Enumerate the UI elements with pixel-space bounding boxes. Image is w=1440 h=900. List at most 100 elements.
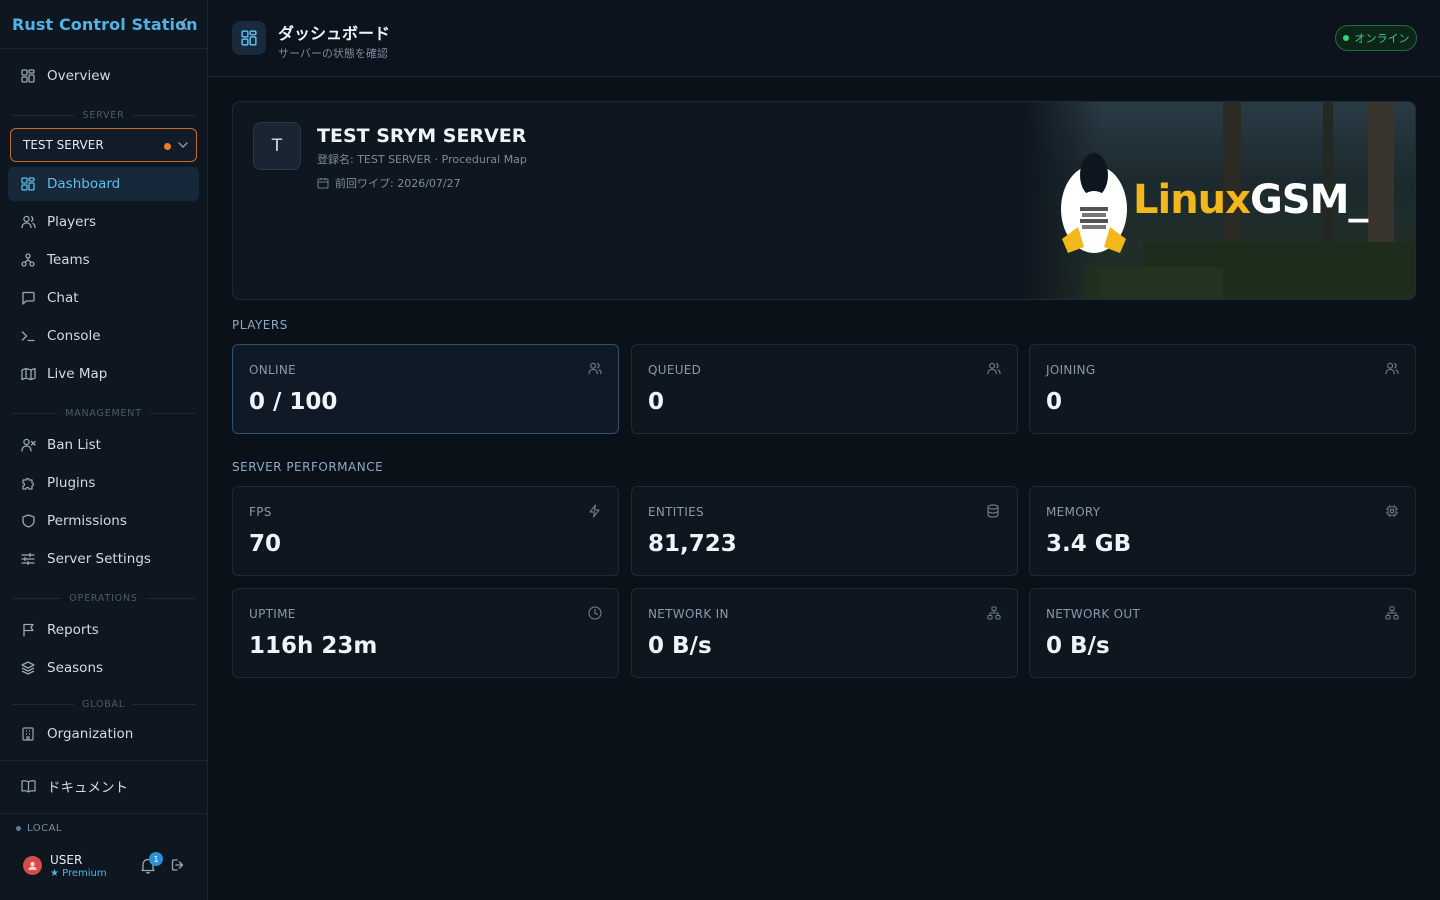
page-subtitle: サーバーの状態を確認 bbox=[278, 47, 388, 60]
page-title: ダッシュボード bbox=[278, 24, 391, 43]
sidebar-item-label: Live Map bbox=[47, 366, 108, 382]
sidebar: Rust Control Station Overview SERVER TES… bbox=[0, 0, 208, 900]
stat-card-network-in: NETWORK IN 0 B/s bbox=[631, 588, 1018, 678]
sidebar-item-label: Dashboard bbox=[47, 176, 121, 192]
sidebar-item-console[interactable]: Console bbox=[8, 319, 199, 353]
users-icon bbox=[588, 362, 602, 376]
stat-value: 81,723 bbox=[648, 531, 737, 557]
stat-label: MEMORY bbox=[1046, 505, 1101, 519]
database-icon bbox=[987, 504, 1001, 518]
book-icon bbox=[20, 778, 36, 794]
server-avatar: T bbox=[253, 122, 301, 170]
sidebar-item-dashboard[interactable]: Dashboard bbox=[8, 167, 199, 201]
stat-label: QUEUED bbox=[648, 363, 702, 377]
sidebar-item-label: Plugins bbox=[47, 475, 96, 491]
sidebar-item-overview[interactable]: Overview bbox=[8, 59, 199, 93]
players-section-title: PLAYERS bbox=[232, 318, 288, 332]
collapse-sidebar-button[interactable] bbox=[176, 14, 192, 34]
server-registered-name: 登録名: TEST SERVER · Procedural Map bbox=[317, 153, 527, 166]
logout-icon bbox=[171, 859, 184, 871]
stat-value: 0 B/s bbox=[648, 633, 712, 659]
last-wipe-label: 前回ワイプ: 2026/07/27 bbox=[335, 177, 461, 190]
users-icon bbox=[987, 362, 1001, 376]
sidebar-item-ban-list[interactable]: Ban List bbox=[8, 428, 199, 462]
server-select-value: TEST SERVER bbox=[23, 138, 104, 152]
stat-card-uptime: UPTIME 116h 23m bbox=[232, 588, 619, 678]
users-icon bbox=[20, 214, 36, 230]
stat-card-network-out: NETWORK OUT 0 B/s bbox=[1029, 588, 1416, 678]
building-icon bbox=[20, 726, 36, 742]
sidebar-divider bbox=[0, 760, 207, 761]
section-global: GLOBAL bbox=[12, 698, 195, 710]
sidebar-item-server-settings[interactable]: Server Settings bbox=[8, 542, 199, 576]
stat-value: 3.4 GB bbox=[1046, 531, 1132, 557]
environment-dot bbox=[16, 826, 21, 831]
server-card: T TEST SRYM SERVER 登録名: TEST SERVER · Pr… bbox=[232, 101, 1416, 300]
sidebar-item-label: Organization bbox=[47, 726, 134, 742]
sidebar-item-label: Reports bbox=[47, 622, 99, 638]
grid-icon bbox=[20, 68, 36, 84]
section-server: SERVER bbox=[12, 109, 195, 121]
logout-button[interactable] bbox=[171, 858, 185, 872]
stat-value: 0 bbox=[648, 389, 665, 415]
server-status-dot bbox=[164, 143, 171, 150]
chevron-left-icon bbox=[179, 18, 187, 30]
sidebar-item-live-map[interactable]: Live Map bbox=[8, 357, 199, 391]
clock-icon bbox=[588, 606, 602, 620]
stat-label: ONLINE bbox=[249, 363, 297, 377]
dashboard-icon bbox=[232, 21, 266, 55]
stat-card-online: ONLINE 0 / 100 bbox=[232, 344, 619, 434]
stat-label: FPS bbox=[249, 505, 272, 519]
stat-label: ENTITIES bbox=[648, 505, 704, 519]
stat-label: UPTIME bbox=[249, 607, 296, 621]
banner-logo-text: LinuxGSM_ bbox=[1133, 177, 1368, 223]
avatar[interactable] bbox=[23, 856, 42, 875]
stat-card-entities: ENTITIES 81,723 bbox=[631, 486, 1018, 576]
page-header: ダッシュボード サーバーの状態を確認 オンライン bbox=[208, 0, 1440, 77]
status-label: オンライン bbox=[1354, 32, 1410, 45]
sidebar-divider bbox=[0, 813, 207, 814]
terminal-icon bbox=[20, 328, 36, 344]
chat-icon bbox=[20, 290, 36, 306]
sidebar-item-players[interactable]: Players bbox=[8, 205, 199, 239]
sliders-icon bbox=[20, 551, 36, 567]
performance-section-title: SERVER PERFORMANCE bbox=[232, 460, 384, 474]
stat-card-fps: FPS 70 bbox=[232, 486, 619, 576]
calendar-icon bbox=[317, 177, 329, 189]
sidebar-item-docs[interactable]: ドキュメント bbox=[8, 769, 199, 803]
status-dot bbox=[1342, 35, 1349, 41]
user-name: USER bbox=[50, 853, 83, 867]
server-select[interactable]: TEST SERVER bbox=[10, 128, 197, 162]
sidebar-item-chat[interactable]: Chat bbox=[8, 281, 199, 315]
teams-icon bbox=[20, 252, 36, 268]
stat-value: 0 B/s bbox=[1046, 633, 1110, 659]
stat-card-joining: JOINING 0 bbox=[1029, 344, 1416, 434]
sidebar-item-teams[interactable]: Teams bbox=[8, 243, 199, 277]
sidebar-item-organization[interactable]: Organization bbox=[8, 717, 199, 751]
notification-badge: 1 bbox=[149, 852, 163, 866]
user-tier: ★ Premium bbox=[50, 868, 107, 879]
sidebar-item-label: ドキュメント bbox=[47, 780, 128, 796]
tux-logo-icon bbox=[1061, 153, 1127, 253]
sidebar-item-label: Console bbox=[47, 328, 101, 344]
zap-icon bbox=[588, 504, 602, 518]
sidebar-item-label: Players bbox=[47, 214, 97, 230]
sidebar-item-plugins[interactable]: Plugins bbox=[8, 466, 199, 500]
users-icon bbox=[1385, 362, 1399, 376]
status-badge: オンライン bbox=[1335, 25, 1417, 51]
sidebar-item-permissions[interactable]: Permissions bbox=[8, 504, 199, 538]
sidebar-item-label: Permissions bbox=[47, 513, 127, 529]
server-banner-image: LinuxGSM_ bbox=[1023, 102, 1415, 299]
user-x-icon bbox=[20, 437, 36, 453]
stat-label: NETWORK IN bbox=[648, 607, 729, 621]
sidebar-item-seasons[interactable]: Seasons bbox=[8, 651, 199, 685]
sidebar-item-label: Chat bbox=[47, 290, 79, 306]
stat-value: 0 bbox=[1046, 389, 1063, 415]
sidebar-item-label: Seasons bbox=[47, 660, 104, 676]
stat-label: NETWORK OUT bbox=[1046, 607, 1141, 621]
map-icon bbox=[20, 366, 36, 382]
sidebar-item-label: Teams bbox=[47, 252, 90, 268]
sidebar-item-reports[interactable]: Reports bbox=[8, 613, 199, 647]
stat-value: 70 bbox=[249, 531, 282, 557]
environment-indicator: LOCAL bbox=[16, 823, 62, 834]
